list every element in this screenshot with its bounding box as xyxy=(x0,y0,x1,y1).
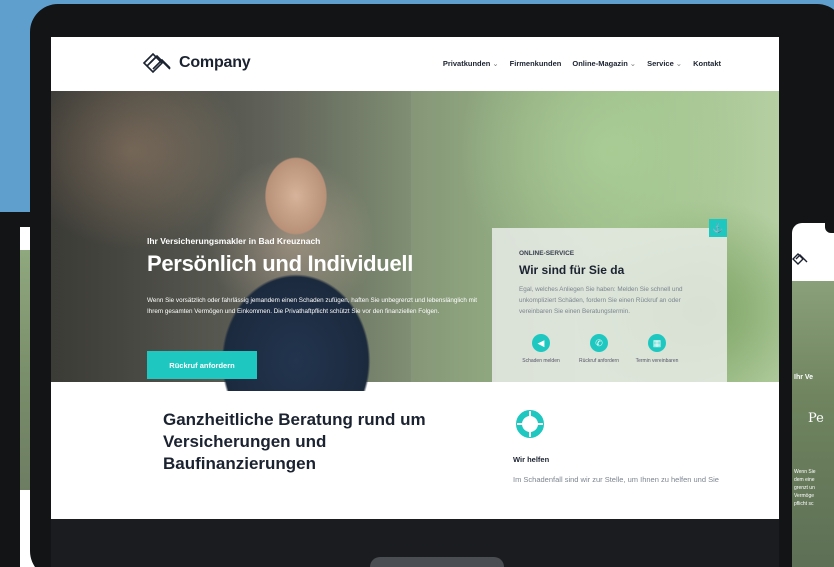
service-title: Wir sind für Sie da xyxy=(519,263,625,277)
nav-item-label: Online-Magazin xyxy=(572,59,628,68)
service-action-1[interactable]: ✆ Rückruf anfordern xyxy=(575,334,623,364)
right-phone-text-line: Wenn Sie xyxy=(794,469,816,475)
online-service-card: ⚓ ONLINE-SERVICE Wir sind für Sie da Ega… xyxy=(492,219,727,382)
nav-item-label: Service xyxy=(647,59,674,68)
main-nav: Privatkunden ⌄ Firmenkunden Online-Magazin ⌄… xyxy=(443,59,721,68)
service-action-label: Rückruf anfordern xyxy=(578,358,620,364)
megaphone-icon: ◀ xyxy=(532,334,550,352)
we-help-text: Im Schadenfall sind wir zur Stelle, um I… xyxy=(513,475,719,484)
logo-mark-icon xyxy=(792,253,808,265)
service-action-label: Termin vereinbaren xyxy=(635,358,679,364)
hero-text: Wenn Sie vorsätzlich oder fahrlässig jem… xyxy=(147,297,477,315)
site-header: Company Privatkunden ⌄ Firmenkunden Online-… xyxy=(51,37,779,91)
logo[interactable]: Company xyxy=(142,52,251,74)
nav-item-label: Firmenkunden xyxy=(509,59,562,68)
service-eyebrow: ONLINE-SERVICE xyxy=(519,250,575,257)
hero-title: Persönlich und Individuell xyxy=(147,251,414,276)
chevron-down-icon: ⌄ xyxy=(675,59,683,68)
logo-mark-icon xyxy=(142,52,171,74)
chevron-down-icon: ⌄ xyxy=(492,59,499,68)
right-phone-text: Wenn Sie dem eine grenzt un Vermöge pflicht … xyxy=(794,468,834,508)
we-help-label: Wir helfen xyxy=(513,455,550,464)
right-phone-text-line: Vermöge xyxy=(794,493,815,499)
section-title: Ganzheitliche Beratung rund um Versicher… xyxy=(163,410,426,473)
right-phone-text-line: grenzt un xyxy=(794,485,815,491)
right-phone-notch xyxy=(825,223,834,233)
right-phone-text-line: dem eine xyxy=(794,477,815,483)
anchor-icon[interactable]: ⚓ xyxy=(709,219,727,237)
lifebuoy-icon xyxy=(516,410,544,438)
nav-item-firmenkunden[interactable]: Firmenkunden xyxy=(510,59,562,68)
callback-request-button[interactable]: Rückruf anfordern xyxy=(147,351,257,379)
right-phone-hero: Ihr Ve Pe Wenn Sie dem eine grenzt un Vermö… xyxy=(792,281,834,567)
laptop-hinge xyxy=(370,557,504,567)
right-phone-eyebrow: Ihr Ve xyxy=(794,374,814,381)
nav-item-kontakt[interactable]: Kontakt xyxy=(693,59,721,68)
chevron-down-icon: ⌄ xyxy=(629,59,637,68)
logo-text: Company xyxy=(179,54,251,71)
service-actions: ◀ Schaden melden ✆ Rückruf anfordern ▦ Termin… xyxy=(517,334,681,364)
nav-item-privatkunden[interactable]: Privatkunden ⌄ xyxy=(443,59,499,68)
service-action-label: Schaden melden xyxy=(522,358,560,364)
service-action-2[interactable]: ▦ Termin vereinbaren xyxy=(633,334,681,364)
right-phone-title: Pe xyxy=(808,411,824,426)
hero-banner: Ihr Versicherungsmakler in Bad Kreuznach… xyxy=(51,91,779,391)
right-phone-text-line: pflicht sc xyxy=(794,501,814,507)
nav-item-label: Privatkunden xyxy=(442,59,491,68)
nav-item-label: Kontakt xyxy=(693,59,721,68)
nav-item-service[interactable]: Service ⌄ xyxy=(647,59,682,68)
laptop-screen: Company Privatkunden ⌄ Firmenkunden Online-… xyxy=(51,37,779,519)
service-action-0[interactable]: ◀ Schaden melden xyxy=(517,334,565,364)
calendar-icon: ▦ xyxy=(648,334,666,352)
phone-icon: ✆ xyxy=(590,334,608,352)
hero-eyebrow: Ihr Versicherungsmakler in Bad Kreuznach xyxy=(147,236,321,246)
service-text: Egal, welches Anliegen Sie haben: Melden… xyxy=(519,286,683,315)
right-phone-screen: Ihr Ve Pe Wenn Sie dem eine grenzt un Vermö… xyxy=(792,223,834,567)
nav-item-online-magazin[interactable]: Online-Magazin ⌄ xyxy=(572,59,636,68)
